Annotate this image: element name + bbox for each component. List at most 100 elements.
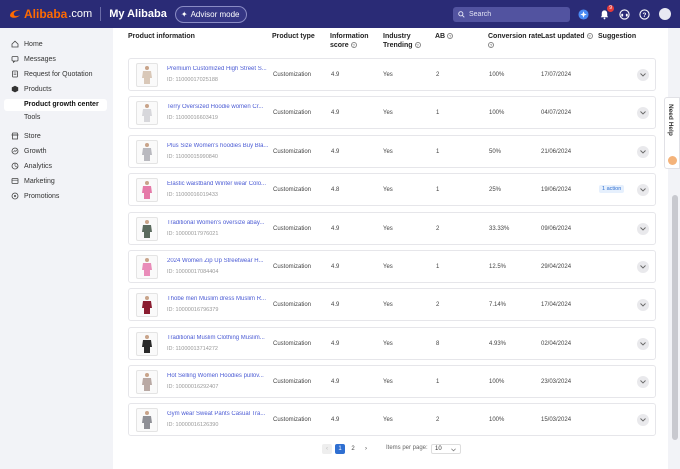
sidebar-item-products[interactable]: Products	[11, 83, 52, 95]
product-name-link[interactable]: 2024 Women Zip Up Streetwear H...	[167, 258, 268, 264]
table-row[interactable]: Plus Size Women's hoodies Buy Bla... ID: …	[128, 135, 656, 168]
table-row[interactable]: Hot Selling Women Hoodies pullov... ID: 1…	[128, 365, 656, 398]
sidebar-subitem-tools[interactable]: Tools	[24, 112, 40, 124]
column-header-score-line2: score	[330, 41, 349, 49]
product-image	[142, 66, 152, 84]
scrollbar-thumb[interactable]	[672, 195, 678, 440]
expand-row-button[interactable]	[637, 107, 649, 119]
product-name-link[interactable]: Thobe men Muslim dress Muslim R...	[167, 296, 268, 302]
info-icon[interactable]: ?	[586, 33, 593, 40]
product-thumbnail[interactable]	[136, 217, 158, 241]
product-name-link[interactable]: Premium Customized High Street S...	[167, 66, 268, 72]
product-type-cell: Customization	[273, 341, 312, 347]
expand-row-button[interactable]	[637, 299, 649, 311]
product-thumbnail[interactable]	[136, 63, 158, 87]
table-row[interactable]: Thobe men Muslim dress Muslim R... ID: 10…	[128, 288, 656, 321]
product-image	[142, 258, 152, 276]
product-name-link[interactable]: Terry Oversized Hoodie women Cr...	[167, 104, 268, 110]
sidebar-item-analytics[interactable]: Analytics	[11, 160, 52, 172]
svg-text:?: ?	[642, 11, 646, 18]
sparkle-icon: ✦	[180, 9, 188, 19]
support-headset-icon[interactable]	[618, 8, 630, 20]
ai-assistant-icon[interactable]	[577, 8, 589, 20]
product-name-link[interactable]: Hot Selling Women Hoodies pullov...	[167, 373, 268, 379]
my-alibaba-title[interactable]: My Alibaba	[109, 8, 167, 20]
pagination-page-2[interactable]: 2	[348, 444, 358, 454]
industry-trending-cell: Yes	[383, 264, 393, 270]
sidebar-item-label: Request for Quotation	[24, 70, 93, 78]
sidebar-item-label: Store	[24, 132, 41, 140]
help-question-icon[interactable]: ?	[638, 8, 650, 20]
product-thumbnail[interactable]	[136, 255, 158, 279]
advisor-mode-button[interactable]: ✦ Advisor mode	[174, 5, 248, 23]
product-image	[142, 143, 152, 161]
items-per-page-select[interactable]: 10	[431, 444, 461, 454]
pagination: ‹ 1 2 ›	[322, 444, 374, 454]
sidebar-item-growth[interactable]: Growth	[11, 145, 47, 157]
chevron-down-icon	[640, 342, 646, 346]
expand-row-button[interactable]	[637, 338, 649, 350]
product-thumbnail[interactable]	[136, 293, 158, 317]
product-thumbnail[interactable]	[136, 370, 158, 394]
column-header-updated: Last updated?	[541, 33, 593, 42]
sidebar-item-home[interactable]: Home	[11, 38, 43, 50]
expand-row-button[interactable]	[637, 69, 649, 81]
product-name-link[interactable]: Traditional Women's oversize abay...	[167, 220, 268, 226]
table-row[interactable]: 2024 Women Zip Up Streetwear H... ID: 100…	[128, 250, 656, 283]
product-name-link[interactable]: Traditional Muslim Clothing Muslim...	[167, 335, 268, 341]
sidebar-item-marketing[interactable]: Marketing	[11, 175, 55, 187]
user-avatar[interactable]	[659, 8, 671, 20]
sidebar-item-messages[interactable]: Messages	[11, 53, 56, 65]
product-name-link[interactable]: Plus Size Women's hoodies Buy Bla...	[167, 143, 268, 149]
ab-cell: 1	[436, 379, 440, 385]
table-row[interactable]: Premium Customized High Street S... ID: 1…	[128, 58, 656, 91]
sidebar-subitem-product-growth-center[interactable]: Product growth center	[4, 99, 107, 111]
pagination-next-button[interactable]: ›	[361, 444, 371, 454]
table-row[interactable]: Traditional Women's oversize abay... ID: …	[128, 212, 656, 245]
information-score-cell: 4.9	[331, 302, 340, 308]
pagination-page-1[interactable]: 1	[335, 444, 345, 454]
expand-row-button[interactable]	[637, 184, 649, 196]
column-header-conversion: Conversion rate ?	[488, 33, 541, 50]
analytics-icon	[11, 162, 19, 170]
conversion-rate-cell: 100%	[489, 379, 505, 385]
table-row[interactable]: Gym wear Sweat Pants Casual Tra... ID: 10…	[128, 403, 656, 436]
expand-row-button[interactable]	[637, 146, 649, 158]
industry-trending-cell: Yes	[383, 341, 393, 347]
need-help-tab[interactable]: Need Help	[664, 97, 680, 169]
product-image	[142, 411, 152, 429]
growth-icon	[11, 147, 19, 155]
sidebar-item-store[interactable]: Store	[11, 130, 41, 142]
notification-bell-icon[interactable]: 9	[598, 5, 614, 20]
expand-row-button[interactable]	[637, 414, 649, 426]
suggestion-action-badge[interactable]: 1 action	[599, 185, 625, 193]
sidebar-item-rfq[interactable]: Request for Quotation	[11, 68, 93, 80]
sidebar-item-label: Marketing	[24, 177, 55, 185]
search-input[interactable]: Search	[453, 7, 570, 22]
expand-row-button[interactable]	[637, 261, 649, 273]
table-row[interactable]: Traditional Muslim Clothing Muslim... ID:…	[128, 327, 656, 360]
table-row[interactable]: Terry Oversized Hoodie women Cr... ID: 11…	[128, 96, 656, 129]
chevron-down-icon	[640, 380, 646, 384]
information-score-cell: 4.9	[331, 341, 340, 347]
sidebar-item-promotions[interactable]: Promotions	[11, 190, 59, 202]
product-thumbnail[interactable]	[136, 140, 158, 164]
info-icon[interactable]: ?	[350, 41, 357, 48]
pagination-prev-button[interactable]: ‹	[322, 444, 332, 454]
product-name-link[interactable]: Elastic waistband Winter wear Colo...	[167, 181, 268, 187]
expand-row-button[interactable]	[637, 223, 649, 235]
product-thumbnail[interactable]	[136, 408, 158, 432]
need-help-label: Need Help	[667, 104, 674, 136]
info-icon[interactable]: ?	[488, 41, 494, 48]
info-icon[interactable]: ?	[447, 33, 454, 40]
product-name-link[interactable]: Gym wear Sweat Pants Casual Tra...	[167, 411, 268, 417]
product-thumbnail[interactable]	[136, 101, 158, 125]
product-thumbnail[interactable]	[136, 178, 158, 202]
expand-row-button[interactable]	[637, 376, 649, 388]
conversion-rate-cell: 50%	[489, 149, 502, 155]
product-thumbnail[interactable]	[136, 332, 158, 356]
store-icon	[11, 132, 19, 140]
info-icon[interactable]: ?	[414, 41, 421, 48]
alibaba-logo[interactable]: Alibaba .com	[8, 7, 92, 21]
table-row[interactable]: Elastic waistband Winter wear Colo... ID:…	[128, 173, 656, 206]
